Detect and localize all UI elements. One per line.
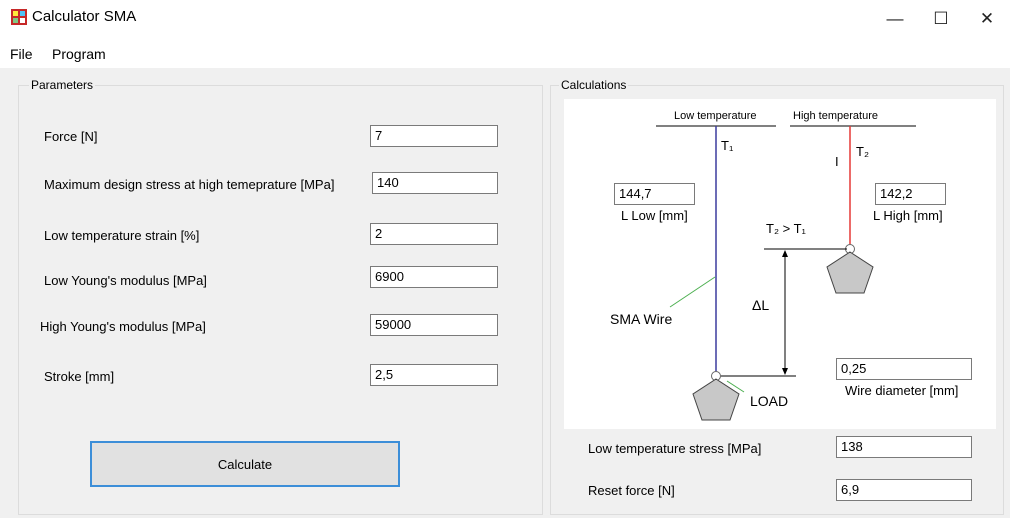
minimize-icon: — [886, 9, 904, 28]
high-temp-label: High temperature [793, 110, 878, 122]
sma-wire-pointer [669, 276, 716, 308]
current-label: I [835, 154, 839, 169]
calculations-group-label: Calculations [559, 78, 629, 92]
wire-diameter-label: Wire diameter [mm] [845, 383, 959, 398]
high-youngs-input[interactable]: 59000 [370, 314, 498, 336]
stroke-input[interactable]: 2,5 [370, 364, 498, 386]
t1-label: T₁ [721, 138, 734, 153]
parameters-group-label: Parameters [29, 78, 96, 92]
maximize-button[interactable]: ☐ [918, 0, 964, 38]
l-high-label: L High [mm] [873, 208, 943, 223]
low-youngs-input[interactable]: 6900 [370, 266, 498, 288]
app-icon [11, 9, 27, 25]
sma-diagram: Low temperature High temperature T₁ T₂ I… [564, 99, 996, 429]
window-title: Calculator SMA [32, 8, 137, 25]
delta-arrow-head-up [782, 250, 788, 257]
force-label: Force [N] [44, 129, 98, 144]
stroke-label: Stroke [mm] [44, 369, 115, 384]
minimize-button[interactable]: — [872, 0, 918, 38]
low-load-weight [692, 378, 740, 421]
load-label: LOAD [750, 393, 789, 409]
low-temp-label: Low temperature [674, 110, 757, 122]
high-youngs-label: High Young's modulus [MPa] [40, 319, 206, 334]
menu-program[interactable]: Program [52, 46, 106, 62]
condition-label: T₂ > T₁ [766, 221, 806, 236]
calculate-button[interactable]: Calculate [90, 441, 400, 487]
l-low-output[interactable]: 144,7 [614, 183, 695, 205]
low-temp-stress-output[interactable]: 138 [836, 436, 972, 458]
force-input[interactable]: 7 [370, 125, 498, 147]
reset-force-output[interactable]: 6,9 [836, 479, 972, 501]
wire-diameter-input[interactable]: 0,25 [836, 358, 972, 380]
delta-arrow-head-down [782, 368, 788, 375]
menu-bar: File Program [0, 38, 1010, 68]
l-high-output[interactable]: 142,2 [875, 183, 946, 205]
sma-wire-label: SMA Wire [610, 311, 673, 327]
max-stress-input[interactable]: 140 [372, 172, 498, 194]
low-strain-label: Low temperature strain [%] [44, 228, 200, 243]
menu-file[interactable]: File [10, 46, 33, 62]
close-button[interactable]: ✕ [964, 0, 1010, 38]
l-low-label: L Low [mm] [621, 208, 688, 223]
title-bar: Calculator SMA — ☐ ✕ [0, 0, 1010, 38]
max-stress-label: Maximum design stress at high temepratur… [44, 177, 335, 192]
maximize-icon: ☐ [933, 9, 949, 28]
low-strain-input[interactable]: 2 [370, 223, 498, 245]
low-temp-stress-label: Low temperature stress [MPa] [588, 441, 762, 456]
high-load-weight [826, 251, 874, 294]
low-youngs-label: Low Young's modulus [MPa] [44, 273, 207, 288]
reset-force-label: Reset force [N] [588, 483, 675, 498]
close-icon: ✕ [979, 9, 995, 28]
t2-label: T₂ [856, 144, 869, 159]
delta-l-label: ΔL [752, 297, 770, 313]
